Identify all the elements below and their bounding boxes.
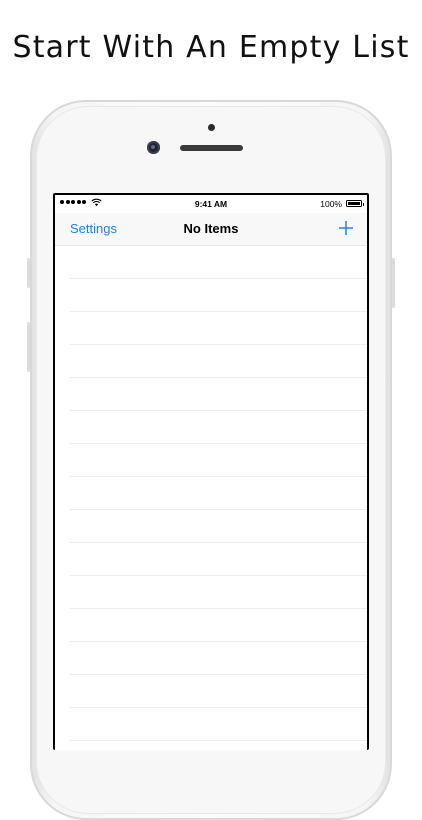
- plus-icon: [339, 221, 353, 235]
- battery-icon: [346, 200, 364, 207]
- side-button-mute: [27, 258, 30, 288]
- status-bar: 9:41 AM 100%: [55, 195, 367, 213]
- screen-content: 9:41 AM 100% Settings No Items: [55, 195, 367, 750]
- earpiece-speaker: [180, 145, 243, 151]
- empty-list-row: [70, 246, 367, 279]
- add-item-button[interactable]: [337, 219, 355, 237]
- empty-list-row: [70, 312, 367, 345]
- proximity-sensor: [208, 124, 215, 131]
- empty-list-row: [70, 576, 367, 609]
- side-button-volume-up: [27, 322, 30, 372]
- front-camera-icon: [147, 141, 160, 154]
- empty-list-row: [70, 543, 367, 576]
- empty-list-row: [70, 279, 367, 312]
- empty-items-list: [55, 246, 367, 741]
- empty-list-row: [70, 675, 367, 708]
- empty-list-row: [70, 708, 367, 741]
- empty-list-row: [70, 378, 367, 411]
- empty-list-row: [70, 477, 367, 510]
- phone-screen: 9:41 AM 100% Settings No Items: [53, 193, 369, 750]
- empty-list-row: [70, 642, 367, 675]
- empty-list-row: [70, 345, 367, 378]
- side-button-power: [392, 258, 395, 308]
- headline: Start With An Empty List: [12, 30, 410, 65]
- empty-list-row: [70, 411, 367, 444]
- settings-button[interactable]: Settings: [70, 221, 117, 236]
- empty-list-row: [70, 609, 367, 642]
- empty-list-row: [70, 444, 367, 477]
- navigation-bar: Settings No Items: [55, 213, 367, 246]
- battery-percent: 100%: [320, 199, 342, 209]
- empty-list-row: [70, 510, 367, 543]
